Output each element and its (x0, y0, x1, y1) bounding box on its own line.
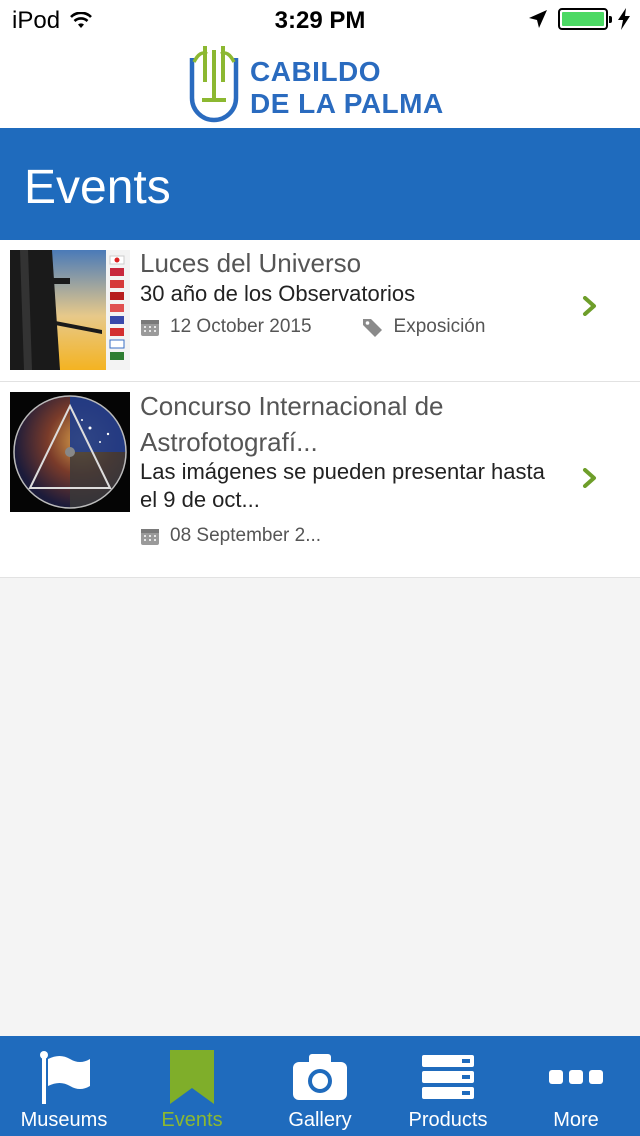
brand-name: CABILDO DE LA PALMA (250, 56, 444, 120)
camera-icon (256, 1050, 384, 1104)
tab-museums[interactable]: Museums (0, 1036, 128, 1136)
chevron-right-icon (583, 468, 596, 488)
event-title: Concurso Internacional de Astrofotografí… (140, 391, 444, 457)
battery-level (562, 12, 604, 26)
tab-label: Gallery (288, 1109, 352, 1131)
event-list: Luces del Universo 30 año de los Observa… (0, 240, 640, 578)
location-arrow-icon (529, 10, 547, 28)
tab-products[interactable]: Products (384, 1036, 512, 1136)
tab-label: Products (408, 1109, 488, 1131)
event-subtitle: Las imágenes se pueden presentar hasta e… (140, 459, 545, 512)
tab-more[interactable]: More (512, 1036, 640, 1136)
calendar-icon (141, 529, 159, 545)
event-category-label: Exposición (393, 316, 486, 337)
page-title: Events (24, 161, 171, 214)
event-meta: 12 October 2015 Exposición (140, 316, 485, 338)
charging-bolt-icon (618, 8, 630, 30)
more-icon (512, 1050, 640, 1104)
event-row[interactable]: Concurso Internacional de Astrofotografí… (0, 382, 640, 578)
event-meta: 08 September 2... (140, 525, 321, 547)
brand-line-1: CABILDO (250, 56, 382, 87)
event-row[interactable]: Luces del Universo 30 año de los Observa… (0, 240, 640, 382)
event-category: Exposición (362, 316, 486, 338)
flag-icon (0, 1050, 128, 1104)
tab-events[interactable]: Events (128, 1036, 256, 1136)
status-right (528, 8, 630, 30)
battery-icon (558, 8, 612, 30)
cabildo-logo-icon (189, 46, 239, 123)
chevron-right-icon (583, 296, 596, 316)
brand-header: CABILDO DE LA PALMA (0, 40, 640, 128)
event-thumbnail (10, 250, 130, 370)
tab-label: Events (161, 1109, 223, 1131)
page-header: Events (0, 128, 640, 240)
list-icon (384, 1050, 512, 1104)
event-date: 12 October 2015 (170, 316, 312, 337)
brand-line-2: DE LA PALMA (250, 88, 444, 119)
event-subtitle: 30 año de los Observatorios (140, 281, 416, 306)
bookmark-icon (128, 1050, 256, 1104)
tab-gallery[interactable]: Gallery (256, 1036, 384, 1136)
event-thumbnail (10, 392, 130, 512)
tag-icon (362, 319, 382, 337)
tab-bar: Museums Events Gallery Products More (0, 1036, 640, 1136)
tab-label: Museums (20, 1109, 108, 1131)
status-bar: iPod 3:29 PM (0, 0, 640, 40)
event-title: Luces del Universo (140, 248, 362, 278)
tab-label: More (553, 1109, 599, 1131)
event-date: 08 September 2... (170, 525, 322, 546)
calendar-icon (141, 320, 159, 336)
